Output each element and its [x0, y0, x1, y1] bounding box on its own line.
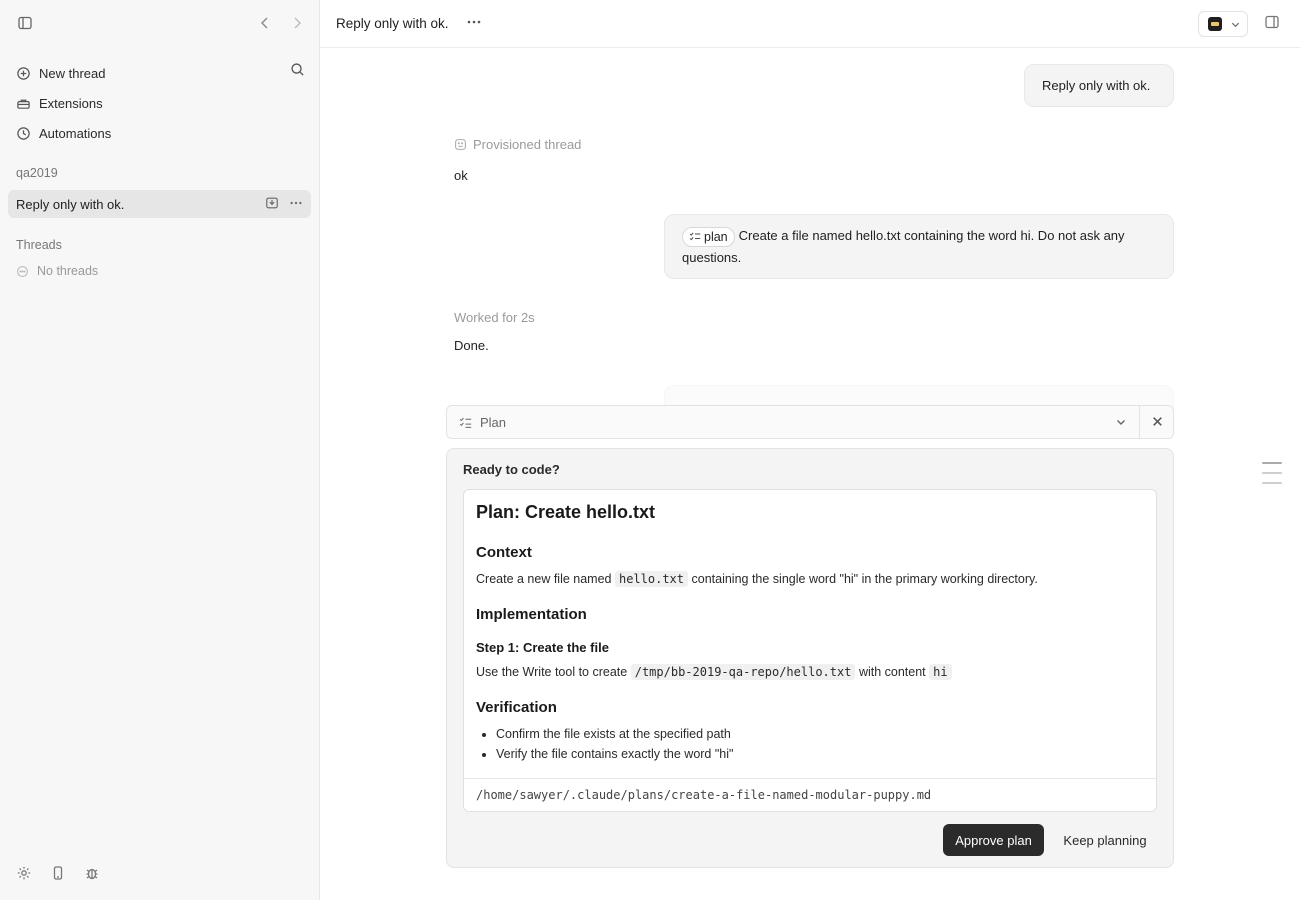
project-title: qa2019 — [16, 166, 58, 180]
close-icon[interactable] — [1151, 415, 1164, 431]
verification-heading: Verification — [476, 699, 557, 716]
sidebar-item-extensions[interactable]: Extensions — [8, 88, 311, 118]
page-title: Reply only with ok. — [336, 16, 449, 31]
context-heading: Context — [476, 544, 532, 561]
more-options-icon[interactable] — [466, 14, 482, 33]
sidebar-topbar — [16, 12, 303, 36]
context-paragraph: Create a new file named hello.txt contai… — [476, 569, 1038, 589]
provisioned-text: Provisioned thread — [473, 137, 582, 152]
minimap-marker[interactable] — [1262, 482, 1282, 484]
sidebar-nav: New thread Extensions Automations — [8, 58, 311, 148]
worked-label: Worked for 2s — [454, 310, 535, 325]
divider — [1139, 406, 1140, 438]
step-paragraph: Use the Write tool to create /tmp/bb-201… — [476, 662, 952, 682]
sidebar-item-label: Automations — [39, 125, 112, 141]
threads-title: Threads — [16, 238, 62, 252]
empty-chat-icon — [17, 265, 28, 277]
list-item: Confirm the file exists at the specified… — [496, 724, 733, 744]
user-message: Reply only with ok. — [1024, 64, 1174, 107]
plan-chip: plan — [682, 226, 735, 247]
sidebar: New thread Extensions Automations qa2019… — [0, 0, 320, 900]
main-header: Reply only with ok. — [320, 0, 1300, 48]
approve-plan-button[interactable]: Approve plan — [943, 824, 1044, 856]
step-heading: Step 1: Create the file — [476, 640, 609, 655]
list-item: Verify the file contains exactly the wor… — [496, 744, 733, 764]
thread-title: Reply only with ok. — [16, 196, 125, 212]
sidebar-thread-item[interactable]: Reply only with ok. — [8, 190, 311, 218]
settings-icon[interactable] — [16, 865, 32, 884]
toolbox-icon — [17, 99, 30, 109]
plan-chip-label: plan — [704, 229, 728, 244]
user-message-text: Create a file named hello.txt containing… — [682, 228, 1125, 265]
step-text: with content — [858, 665, 926, 679]
model-logo-icon — [1208, 17, 1222, 31]
conversation-minimap[interactable] — [1262, 462, 1282, 492]
mobile-icon[interactable] — [50, 865, 66, 884]
forward-arrow-icon[interactable] — [286, 12, 308, 34]
assistant-reply: Done. — [454, 338, 489, 353]
implementation-heading: Implementation — [476, 606, 587, 623]
archive-icon[interactable] — [265, 196, 279, 213]
inline-code: /tmp/bb-2019-qa-repo/hello.txt — [630, 664, 856, 680]
assistant-reply: ok — [454, 168, 468, 183]
right-panel-toggle-icon[interactable] — [1264, 14, 1280, 33]
plan-approval-card: Ready to code? Plan: Create hello.txt Co… — [446, 448, 1174, 868]
chevron-down-icon[interactable] — [1115, 416, 1127, 431]
checklist-icon — [689, 232, 701, 240]
inline-code: hi — [929, 664, 952, 680]
provisioned-thread-label: Provisioned thread — [454, 137, 581, 152]
sidebar-item-new-thread[interactable]: New thread — [8, 58, 311, 88]
plus-circle-icon — [17, 66, 30, 80]
bug-icon[interactable] — [84, 865, 100, 884]
provisioned-icon — [455, 139, 466, 150]
sidebar-bottom-bar — [16, 865, 100, 884]
verification-list: Confirm the file exists at the specified… — [484, 724, 733, 764]
user-message-text: Reply only with ok. — [1042, 78, 1151, 93]
search-icon[interactable] — [290, 62, 305, 80]
chevron-down-icon — [1231, 22, 1240, 27]
model-picker[interactable] — [1198, 11, 1248, 37]
empty-threads-label: No threads — [37, 264, 99, 278]
checklist-icon — [459, 417, 472, 428]
plan-file-path[interactable]: /home/sawyer/.claude/plans/create-a-file… — [464, 778, 1156, 811]
back-arrow-icon[interactable] — [254, 12, 276, 34]
inline-code: hello.txt — [614, 571, 689, 587]
plan-panel-label: Plan — [480, 414, 507, 430]
plan-document: Plan: Create hello.txt Context Create a … — [463, 489, 1157, 812]
sidebar-toggle-icon[interactable] — [14, 12, 36, 34]
minimap-marker[interactable] — [1262, 472, 1282, 474]
clock-icon — [17, 126, 30, 140]
plan-panel-header[interactable]: Plan — [446, 405, 1174, 439]
sidebar-item-automations[interactable]: Automations — [8, 118, 311, 148]
minimap-marker[interactable] — [1262, 462, 1282, 464]
more-options-icon[interactable] — [289, 196, 303, 213]
step-text: Use the Write tool to create — [476, 665, 628, 679]
ready-to-code-label: Ready to code? — [463, 462, 560, 477]
keep-planning-button[interactable]: Keep planning — [1053, 824, 1157, 856]
plan-title: Plan: Create hello.txt — [476, 502, 656, 522]
sidebar-item-label: New thread — [39, 65, 106, 81]
user-message: plan Create a file named hello.txt conta… — [664, 214, 1174, 279]
sidebar-item-label: Extensions — [39, 95, 103, 111]
context-text: Create a new file named — [476, 572, 612, 586]
empty-threads: No threads — [16, 264, 98, 278]
context-text: containing the single word "hi" in the p… — [691, 572, 1038, 586]
